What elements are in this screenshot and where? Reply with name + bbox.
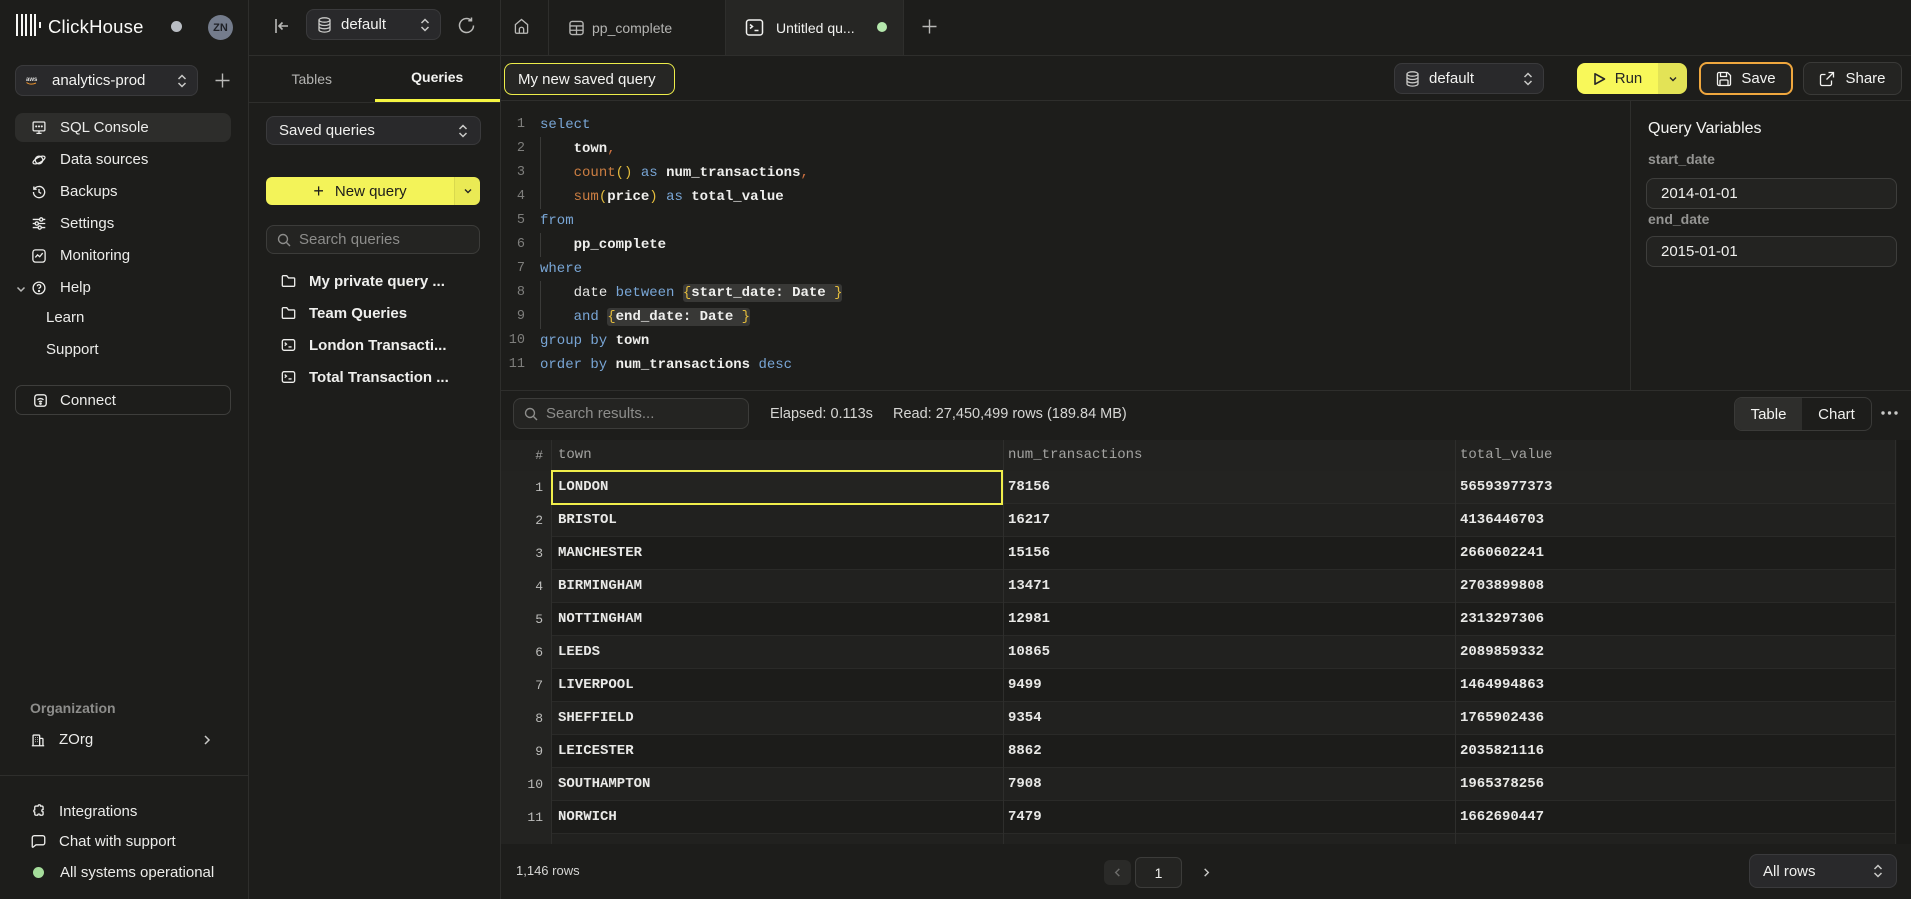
svg-text:aws: aws bbox=[26, 77, 38, 83]
